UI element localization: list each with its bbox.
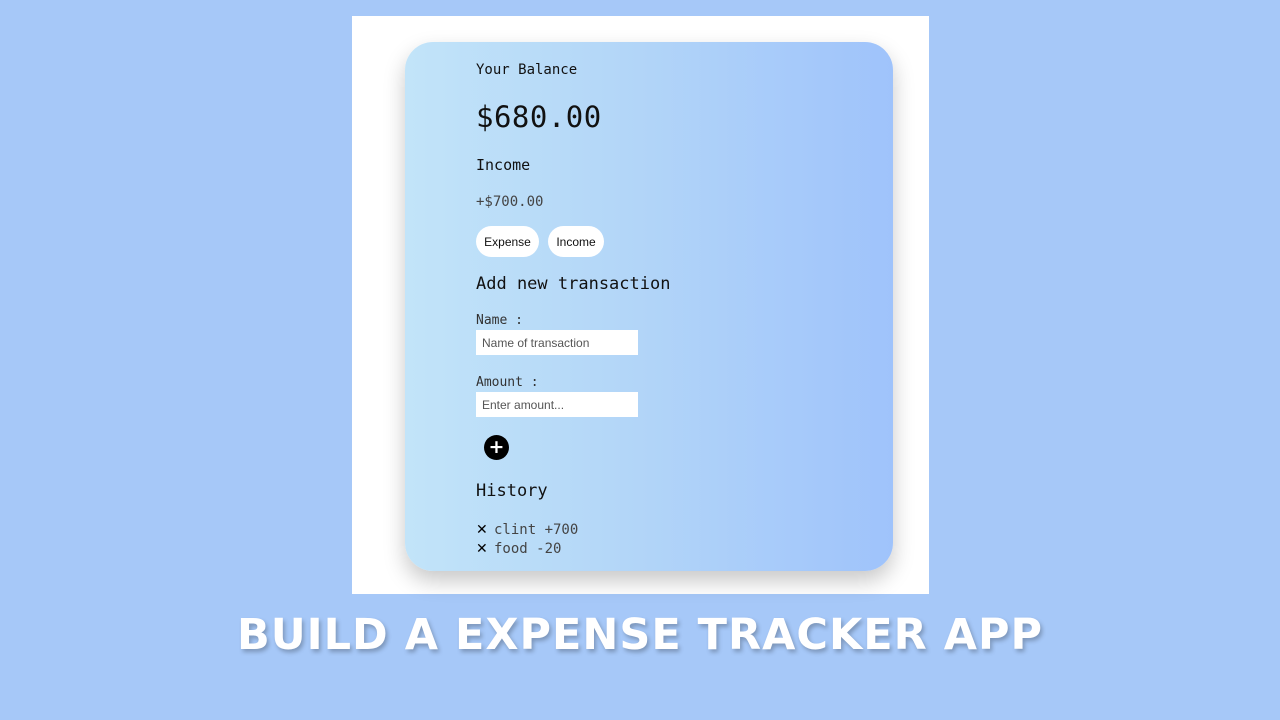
- history-title: History: [476, 481, 548, 501]
- balance-label: Your Balance: [476, 62, 578, 78]
- name-input[interactable]: [476, 330, 638, 355]
- add-transaction-button[interactable]: +: [484, 435, 509, 460]
- amount-input[interactable]: [476, 392, 638, 417]
- income-button[interactable]: Income: [548, 226, 604, 257]
- balance-value: $680.00: [476, 100, 602, 134]
- expense-tracker-card: Your Balance $680.00 Income +$700.00 Exp…: [405, 42, 893, 571]
- history-item-text: clint +700: [494, 521, 579, 538]
- history-item: ✕ clint +700: [476, 520, 578, 539]
- history-item: ✕ food -20: [476, 539, 578, 558]
- name-label: Name :: [476, 313, 523, 328]
- income-label: Income: [476, 156, 531, 174]
- amount-label: Amount :: [476, 375, 539, 390]
- income-value: +$700.00: [476, 194, 544, 210]
- close-icon[interactable]: ✕: [476, 522, 494, 538]
- app-frame: Your Balance $680.00 Income +$700.00 Exp…: [352, 16, 929, 594]
- expense-button[interactable]: Expense: [476, 226, 539, 257]
- headline-title: BUILD A EXPENSE TRACKER APP: [236, 610, 1044, 660]
- history-item-text: food -20: [494, 540, 562, 557]
- history-list: ✕ clint +700 ✕ food -20: [476, 520, 578, 558]
- plus-icon: +: [488, 436, 505, 458]
- add-transaction-title: Add new transaction: [476, 274, 671, 294]
- close-icon[interactable]: ✕: [476, 541, 494, 557]
